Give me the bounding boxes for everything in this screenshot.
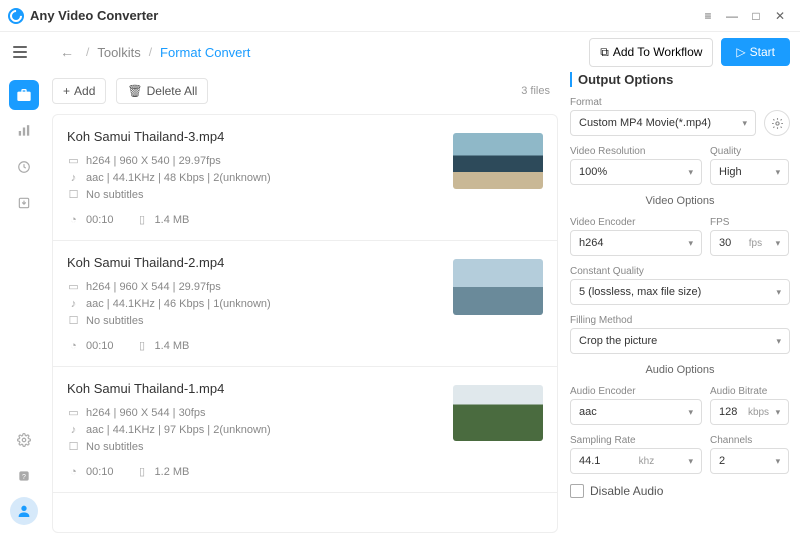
window-minimize-button[interactable]: —	[720, 4, 744, 28]
chevron-down-icon: ▾	[688, 167, 693, 178]
format-label: Format	[570, 97, 756, 108]
output-options-panel: Output Options Format Custom MP4 Movie(*…	[570, 72, 790, 533]
chevron-down-icon: ▾	[688, 407, 693, 418]
disable-audio-checkbox[interactable]	[570, 484, 584, 498]
clock-icon: ◔	[67, 213, 80, 226]
fps-label: FPS	[710, 217, 789, 228]
sidebar-item-stats[interactable]	[9, 116, 39, 146]
avatar[interactable]	[10, 497, 38, 525]
sidebar-item-history[interactable]	[9, 152, 39, 182]
chevron-down-icon: ▾	[688, 238, 693, 249]
options-title: Output Options	[570, 72, 790, 87]
file-name: Koh Samui Thailand-3.mp4	[67, 129, 439, 144]
plus-icon: +	[63, 84, 70, 98]
clock-icon: ◔	[67, 465, 80, 478]
app-title: Any Video Converter	[30, 8, 158, 23]
file-icon: ▯	[136, 213, 149, 226]
audio-icon: ♪	[67, 297, 80, 310]
add-file-button[interactable]: + Add	[52, 78, 106, 104]
add-to-workflow-button[interactable]: ⧉ Add To Workflow	[589, 38, 713, 67]
breadcrumb-current: Format Convert	[160, 45, 250, 60]
app-logo-icon	[8, 8, 24, 24]
video-icon: ▭	[67, 154, 80, 167]
disable-audio-label: Disable Audio	[590, 484, 663, 498]
crumb-sep: /	[149, 45, 152, 59]
chevron-down-icon: ▾	[742, 118, 747, 129]
sidebar-item-toolbox[interactable]	[9, 80, 39, 110]
cq-select[interactable]: 5 (lossless, max file size)▾	[570, 279, 790, 305]
subtitle-icon: ☐	[67, 188, 80, 201]
video-icon: ▭	[67, 406, 80, 419]
fill-select[interactable]: Crop the picture▾	[570, 328, 790, 354]
video-options-header: Video Options	[570, 195, 790, 207]
subtitle-icon: ☐	[67, 314, 80, 327]
srate-label: Sampling Rate	[570, 435, 702, 446]
audio-options-header: Audio Options	[570, 364, 790, 376]
channels-label: Channels	[710, 435, 789, 446]
file-card[interactable]: Koh Samui Thailand-1.mp4 ▭h264 | 960 X 5…	[53, 367, 557, 493]
format-settings-button[interactable]	[764, 110, 790, 136]
srate-select[interactable]: 44.1khz▾	[570, 448, 702, 474]
sidebar: ?	[0, 72, 48, 533]
window-close-button[interactable]: ✕	[768, 4, 792, 28]
file-card[interactable]: Koh Samui Thailand-3.mp4 ▭h264 | 960 X 5…	[53, 115, 557, 241]
quality-label: Quality	[710, 146, 789, 157]
chevron-down-icon: ▾	[776, 287, 781, 298]
file-list[interactable]: Koh Samui Thailand-3.mp4 ▭h264 | 960 X 5…	[52, 114, 558, 533]
subtitle-icon: ☐	[67, 440, 80, 453]
chevron-down-icon: ▾	[688, 456, 693, 467]
nav-back-icon[interactable]: ←	[56, 44, 78, 60]
abitrate-select[interactable]: 128kbps▾	[710, 399, 789, 425]
aencoder-select[interactable]: aac▾	[570, 399, 702, 425]
audio-icon: ♪	[67, 423, 80, 436]
resolution-label: Video Resolution	[570, 146, 702, 157]
vencoder-label: Video Encoder	[570, 217, 702, 228]
resolution-select[interactable]: 100%▾	[570, 159, 702, 185]
file-card[interactable]: Koh Samui Thailand-2.mp4 ▭h264 | 960 X 5…	[53, 241, 557, 367]
breadcrumb-root[interactable]: Toolkits	[97, 45, 140, 60]
chevron-down-icon: ▾	[776, 456, 781, 467]
chevron-down-icon: ▾	[776, 407, 781, 418]
sidebar-item-help[interactable]: ?	[9, 461, 39, 491]
toolbar: ← / Toolkits / Format Convert ⧉ Add To W…	[0, 32, 800, 72]
video-icon: ▭	[67, 280, 80, 293]
disable-audio-row[interactable]: Disable Audio	[570, 484, 790, 498]
file-icon: ▯	[136, 465, 149, 478]
audio-icon: ♪	[67, 171, 80, 184]
start-button[interactable]: ▷ Start	[721, 38, 790, 66]
channels-select[interactable]: 2▾	[710, 448, 789, 474]
abitrate-label: Audio Bitrate	[710, 386, 789, 397]
chevron-down-icon: ▾	[776, 238, 781, 249]
window-maximize-button[interactable]: □	[744, 4, 768, 28]
thumbnail	[453, 133, 543, 189]
aencoder-label: Audio Encoder	[570, 386, 702, 397]
cq-label: Constant Quality	[570, 266, 790, 277]
files-count: 3 files	[521, 85, 558, 97]
vencoder-select[interactable]: h264▾	[570, 230, 702, 256]
format-select[interactable]: Custom MP4 Movie(*.mp4)▾	[570, 110, 756, 136]
file-name: Koh Samui Thailand-1.mp4	[67, 381, 439, 396]
svg-text:?: ?	[22, 474, 26, 481]
chevron-down-icon: ▾	[776, 167, 781, 178]
quality-select[interactable]: High▾	[710, 159, 789, 185]
chevron-down-icon: ▾	[776, 336, 781, 347]
fill-label: Filling Method	[570, 315, 790, 326]
workflow-icon: ⧉	[600, 45, 609, 60]
thumbnail	[453, 259, 543, 315]
trash-icon: 🗑	[127, 84, 142, 98]
fps-select[interactable]: 30fps▾	[710, 230, 789, 256]
sidebar-item-downloads[interactable]	[9, 188, 39, 218]
thumbnail	[453, 385, 543, 441]
window-menu-icon[interactable]: ≡	[696, 4, 720, 28]
file-name: Koh Samui Thailand-2.mp4	[67, 255, 439, 270]
delete-all-button[interactable]: 🗑 Delete All	[116, 78, 208, 104]
titlebar: Any Video Converter ≡ — □ ✕	[0, 0, 800, 32]
sidebar-item-settings[interactable]	[9, 425, 39, 455]
clock-icon: ◔	[67, 339, 80, 352]
menu-toggle-button[interactable]	[10, 42, 30, 62]
file-icon: ▯	[136, 339, 149, 352]
play-icon: ▷	[736, 45, 745, 59]
crumb-sep: /	[86, 45, 89, 59]
list-header: + Add 🗑 Delete All 3 files	[52, 72, 558, 114]
